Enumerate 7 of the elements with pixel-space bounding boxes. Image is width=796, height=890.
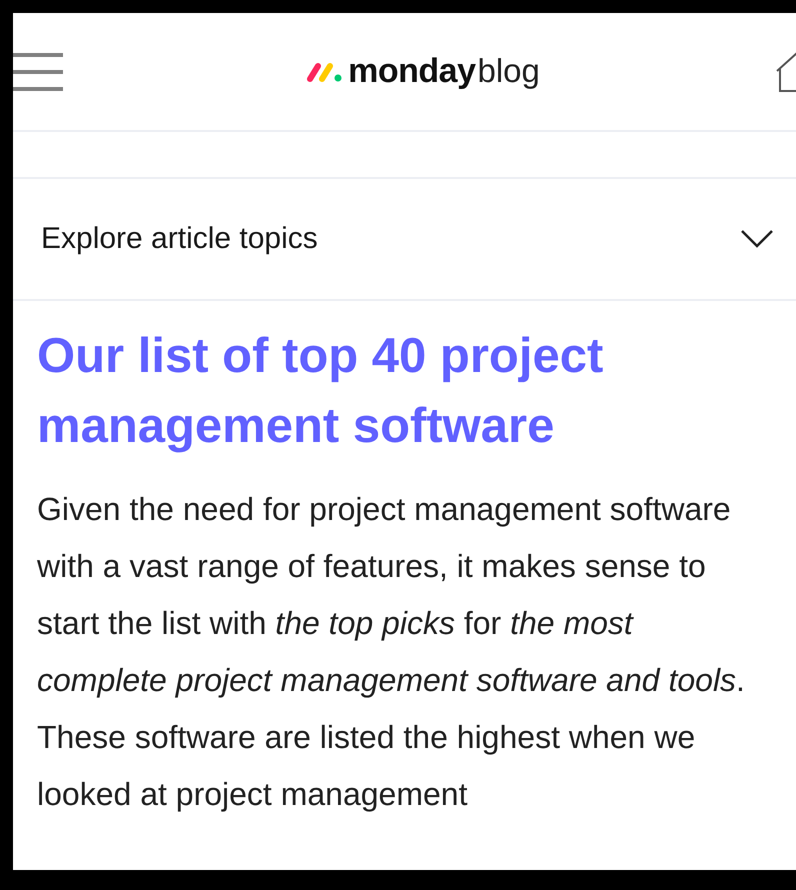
brand-suffix: blog [477, 52, 540, 90]
home-icon[interactable] [775, 50, 796, 92]
article-title: Our list of top 40 project management software [37, 328, 604, 455]
article-intro: Given the need for project management software with a vast range of features, it makes sense to start the list with the top picks for the most complete project management software and tools. These software are listed the highest when we looked at project management [37, 490, 746, 814]
menu-icon[interactable] [13, 52, 63, 92]
brand-name: monday [348, 52, 476, 91]
chevron-icon [740, 229, 774, 249]
